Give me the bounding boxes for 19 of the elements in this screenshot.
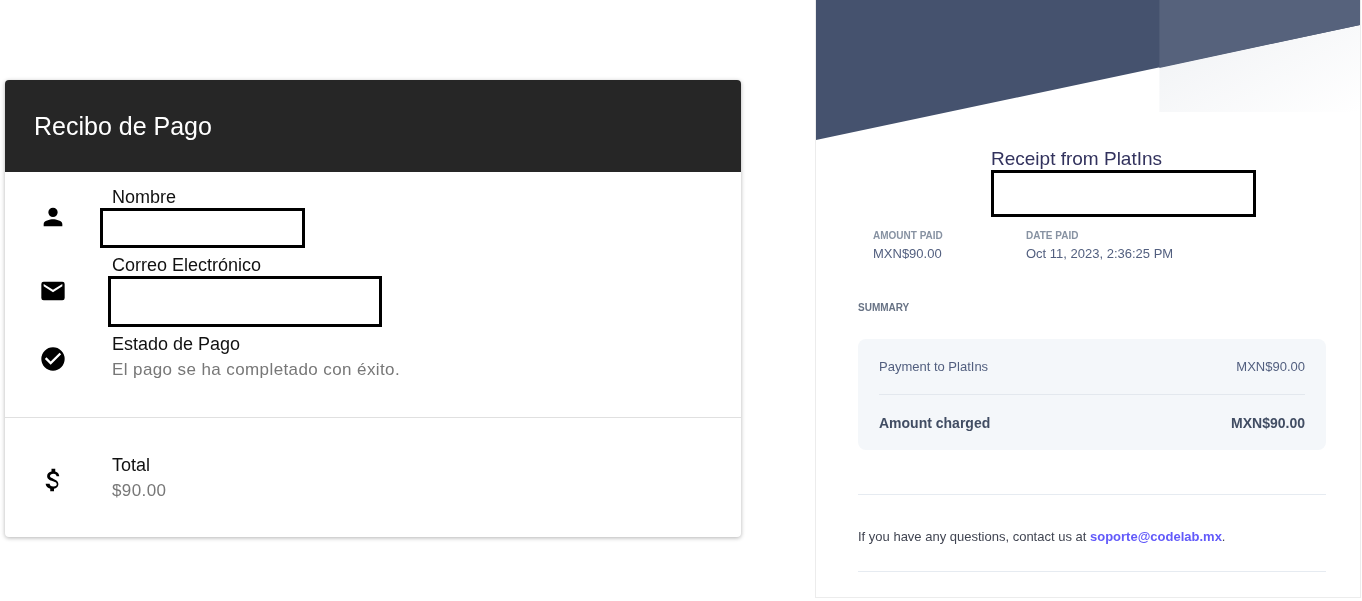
email-link[interactable]: soporte@codelab.mx (1090, 529, 1222, 544)
detail-label: AMOUNT PAID (873, 230, 944, 241)
detail-value: MXN$90.00 (873, 246, 943, 261)
field-label: Correo Electrónico (112, 254, 263, 276)
receipt-title: Receipt from PlatIns (991, 148, 1163, 170)
summary-amount: MXN$90.00 (1231, 414, 1305, 431)
summary-label: Amount charged (879, 414, 991, 431)
total-amount: $90.00 (112, 480, 167, 502)
detail-label: DATE PAID (1026, 230, 1080, 241)
summary-label: Payment to PlatIns (879, 359, 989, 374)
field-label: Nombre (112, 186, 178, 208)
summary-heading: SUMMARY (858, 302, 911, 313)
detail-value: Oct 11, 2023, 2:36:25 PM (1026, 246, 1174, 261)
field-value: El pago se ha completado con éxito. (112, 359, 401, 381)
total-label: Total (112, 454, 152, 476)
card-title: Recibo de Pago (34, 111, 212, 141)
field-label: Estado de Pago (112, 333, 242, 355)
contact-text: If you have any questions, contact us at soporte@codelab.mx. (858, 529, 1227, 545)
summary-amount: MXN$90.00 (1236, 359, 1305, 374)
